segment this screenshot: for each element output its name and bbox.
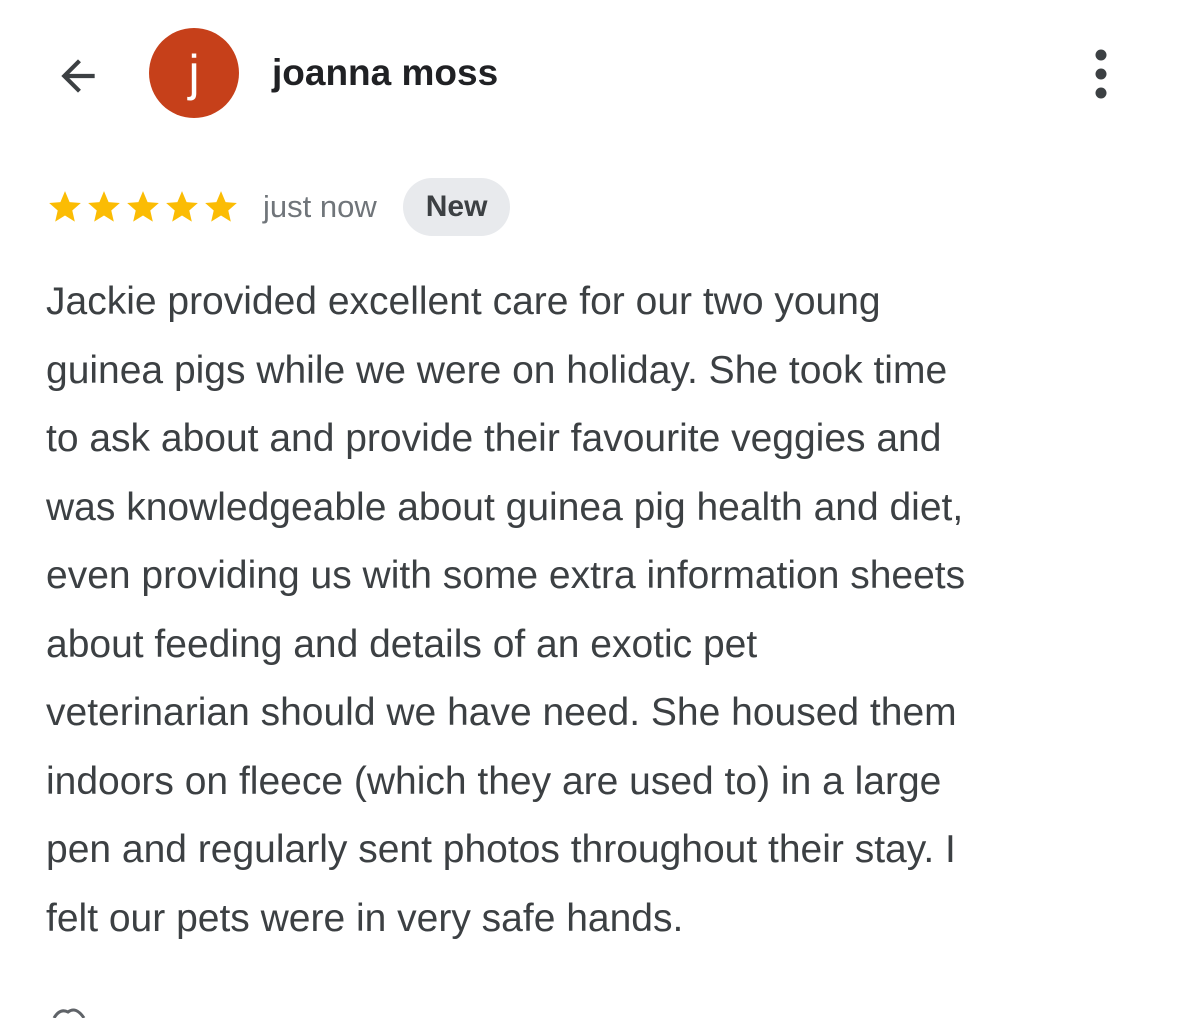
- review-time: just now: [263, 189, 377, 224]
- more-options-button[interactable]: [1078, 46, 1124, 102]
- star-icon: [88, 191, 120, 222]
- review-line: to ask about and provide their favourite…: [46, 417, 942, 460]
- new-badge: New: [402, 178, 511, 236]
- review-line: indoors on fleece (which they are used t…: [46, 759, 942, 803]
- review-text: Jackie provided excellent care for our t…: [46, 268, 1156, 953]
- review-line: even providing us with some extra inform…: [46, 554, 966, 597]
- avatar-letter: j: [188, 45, 200, 101]
- review-line: about feeding and details of an exotic p…: [46, 622, 758, 666]
- review-line: guinea pigs while we were on holiday. Sh…: [46, 348, 948, 392]
- star-rating: [46, 188, 241, 226]
- review-line: Jackie provided excellent care for our t…: [46, 280, 881, 323]
- arrow-left-icon: [61, 59, 95, 93]
- reviewer-name[interactable]: joanna moss: [272, 52, 498, 94]
- review-line: felt our pets were in very safe hands.: [46, 896, 684, 940]
- review-meta: just now New: [46, 178, 511, 236]
- review-header: j joanna moss: [0, 0, 1180, 150]
- back-button[interactable]: [50, 48, 106, 104]
- more-vert-icon: [1095, 49, 1107, 99]
- avatar[interactable]: j: [149, 28, 239, 118]
- star-icon: [166, 191, 198, 222]
- review-line: was knowledgeable about guinea pig healt…: [46, 485, 964, 529]
- star-icon: [205, 191, 237, 222]
- review-line: pen and regularly sent photos throughout…: [46, 828, 956, 871]
- star-icon: [49, 191, 81, 222]
- review-line: veterinarian should we have need. She ho…: [46, 691, 957, 734]
- star-icon: [127, 191, 159, 222]
- thumbs-up-icon[interactable]: [46, 998, 106, 1018]
